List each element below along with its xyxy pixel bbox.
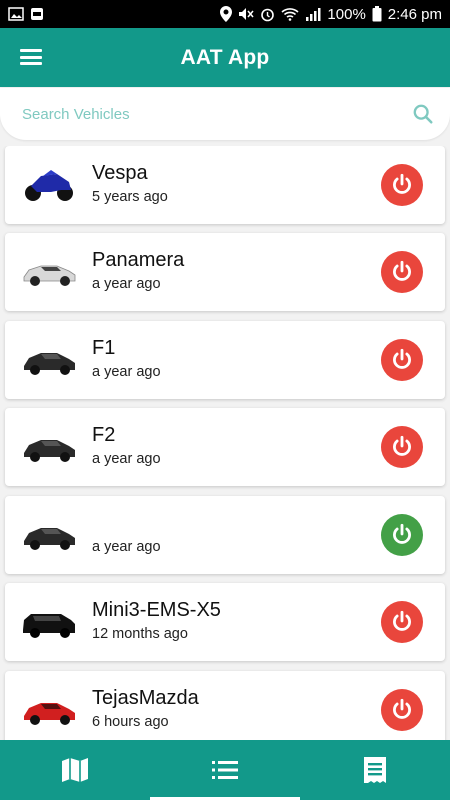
- receipt-icon: [364, 757, 386, 783]
- power-icon: [393, 610, 411, 631]
- search-section: [0, 88, 450, 140]
- car-icon: [23, 265, 76, 286]
- vehicle-name: F1: [92, 337, 116, 359]
- image-icon: [8, 7, 24, 21]
- power-icon: [393, 348, 411, 369]
- vehicle-last-seen: 12 months ago: [92, 626, 188, 642]
- power-button[interactable]: [381, 251, 423, 293]
- vehicle-last-seen: 6 hours ago: [92, 714, 169, 730]
- battery-text: 100%: [327, 5, 366, 23]
- menu-icon[interactable]: [20, 49, 42, 65]
- signal-icon: [306, 8, 321, 21]
- vehicle-last-seen: a year ago: [92, 364, 161, 380]
- car-icon: [24, 440, 75, 462]
- notification-icon: [31, 8, 43, 20]
- car-icon: [24, 353, 75, 375]
- vehicle-name: TejasMazda: [92, 687, 199, 709]
- vehicle-last-seen: a year ago: [92, 539, 161, 555]
- power-button[interactable]: [381, 426, 423, 468]
- status-bar: 100% 2:46 pm: [0, 0, 450, 28]
- alarm-icon: [261, 8, 275, 21]
- bottom-nav: [0, 740, 450, 800]
- vehicle-card[interactable]: F1 a year ago: [5, 321, 445, 399]
- car-icon: [24, 528, 75, 550]
- vehicle-card[interactable]: Vespa 5 years ago: [5, 146, 445, 224]
- power-icon: [393, 173, 411, 194]
- search-bar: [0, 88, 450, 140]
- power-icon: [393, 435, 411, 456]
- vehicle-list: Vespa 5 years ago Panamera a year ago F1…: [0, 146, 450, 740]
- status-bar-left: [8, 7, 44, 21]
- vehicle-last-seen: a year ago: [92, 276, 161, 292]
- tab-reports[interactable]: [300, 740, 450, 800]
- vehicle-last-seen: 5 years ago: [92, 189, 168, 205]
- car-icon: [24, 703, 75, 725]
- power-icon: [393, 523, 411, 544]
- status-bar-right: 100% 2:46 pm: [220, 6, 442, 23]
- power-button[interactable]: [381, 689, 423, 731]
- tab-list[interactable]: [150, 740, 300, 800]
- power-button[interactable]: [381, 164, 423, 206]
- wifi-icon: [281, 8, 299, 21]
- vehicle-card[interactable]: F2 a year ago: [5, 408, 445, 486]
- power-icon: [393, 698, 411, 719]
- vehicle-card[interactable]: Panamera a year ago: [5, 233, 445, 311]
- power-icon: [393, 260, 411, 281]
- list-icon: [212, 761, 238, 779]
- tab-map[interactable]: [0, 740, 150, 800]
- app-title: AAT App: [180, 45, 270, 69]
- mute-icon: [239, 8, 254, 20]
- vehicle-card[interactable]: TejasMazda 6 hours ago: [5, 671, 445, 740]
- vehicle-card[interactable]: a year ago: [5, 496, 445, 574]
- search-input[interactable]: [22, 102, 382, 126]
- battery-icon: [372, 6, 382, 22]
- vehicle-name: Panamera: [92, 249, 185, 271]
- vehicle-last-seen: a year ago: [92, 451, 161, 467]
- power-button[interactable]: [381, 601, 423, 643]
- vehicle-name: F2: [92, 424, 116, 446]
- car-icon: [23, 614, 75, 638]
- vehicle-name: Mini3-EMS-X5: [92, 599, 221, 621]
- map-icon: [62, 758, 88, 782]
- vehicle-card[interactable]: Mini3-EMS-X5 12 months ago: [5, 583, 445, 661]
- vehicle-name: Vespa: [92, 162, 148, 184]
- location-icon: [220, 6, 233, 22]
- motorcycle-icon: [25, 170, 73, 201]
- power-button[interactable]: [381, 339, 423, 381]
- power-button[interactable]: [381, 514, 423, 556]
- app-bar: AAT App: [0, 28, 450, 87]
- search-icon[interactable]: [412, 103, 434, 125]
- clock: 2:46 pm: [387, 5, 442, 23]
